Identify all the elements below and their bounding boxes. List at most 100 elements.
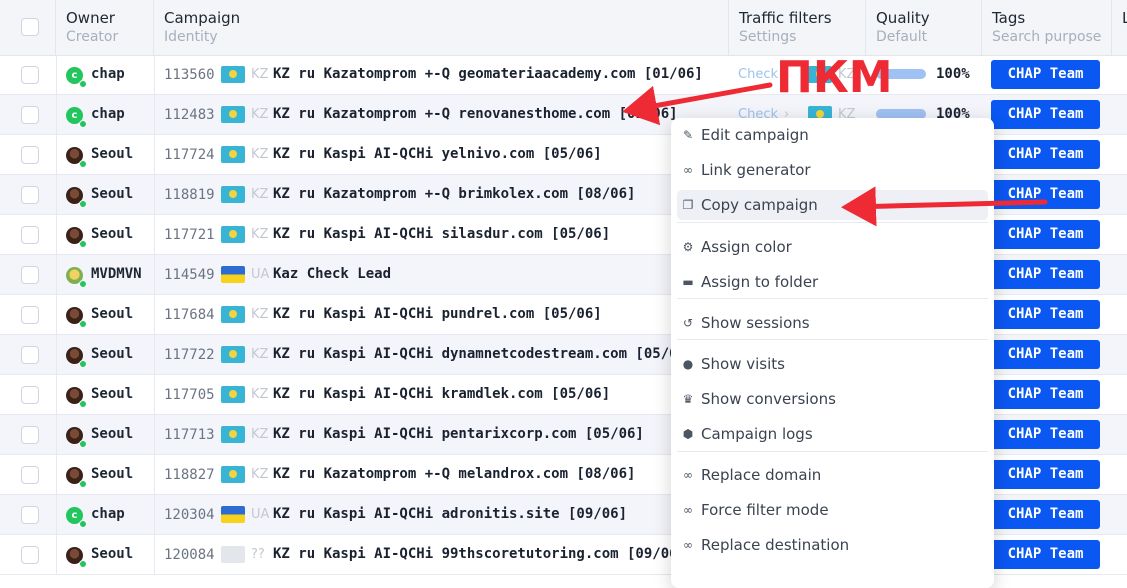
country-code: KZ bbox=[251, 107, 269, 122]
row-checkbox[interactable] bbox=[21, 466, 39, 484]
campaign-id: 112483 bbox=[164, 107, 215, 123]
tag-badge[interactable]: CHAP Team bbox=[991, 340, 1100, 369]
campaign-name[interactable]: KZ ru Kaspi AI-QCHi pentarixcorp.com [05… bbox=[273, 426, 728, 442]
campaign-name[interactable]: Kaz Check Lead bbox=[273, 266, 728, 282]
campaign-name[interactable]: KZ ru Kaspi AI-QCHi pundrel.com [05/06] bbox=[273, 306, 728, 322]
tag-badge[interactable]: CHAP Team bbox=[991, 260, 1100, 289]
header-tags[interactable]: Tags Search purpose bbox=[982, 0, 1112, 55]
header-owner[interactable]: Owner Creator bbox=[56, 0, 154, 55]
header-quality-label: Quality bbox=[876, 9, 930, 27]
tag-badge[interactable]: CHAP Team bbox=[991, 380, 1100, 409]
campaign-name[interactable]: KZ ru Kaspi AI-QCHi adronitis.site [09/0… bbox=[273, 506, 728, 522]
traffic-filter-check[interactable]: Check bbox=[738, 67, 778, 82]
owner-name[interactable]: Seoul bbox=[91, 226, 133, 242]
campaign-name[interactable]: KZ ru Kazatomprom +-Q renovanesthome.com… bbox=[273, 106, 728, 122]
gear-icon: ⚙ bbox=[682, 240, 694, 254]
row-checkbox[interactable] bbox=[21, 386, 39, 404]
column-divider bbox=[56, 175, 57, 214]
column-divider bbox=[154, 455, 155, 494]
owner-name[interactable]: chap bbox=[91, 106, 125, 122]
country-code: KZ bbox=[251, 427, 269, 442]
tag-badge[interactable]: CHAP Team bbox=[991, 420, 1100, 449]
row-checkbox[interactable] bbox=[21, 426, 39, 444]
owner-name[interactable]: chap bbox=[91, 506, 125, 522]
tag-badge[interactable]: CHAP Team bbox=[991, 500, 1100, 529]
row-checkbox[interactable] bbox=[21, 186, 39, 204]
online-status-dot bbox=[79, 400, 87, 408]
header-traffic-filters[interactable]: Traffic filters Settings bbox=[729, 0, 866, 55]
row-checkbox[interactable] bbox=[21, 546, 39, 564]
row-checkbox[interactable] bbox=[21, 306, 39, 324]
menu-item-replace-domain[interactable]: ∞ Replace domain bbox=[677, 460, 988, 490]
menu-item-label: Show sessions bbox=[701, 314, 810, 332]
row-checkbox[interactable] bbox=[21, 266, 39, 284]
owner-name[interactable]: Seoul bbox=[91, 306, 133, 322]
owner-name[interactable]: MVDMVN bbox=[91, 266, 142, 282]
row-checkbox[interactable] bbox=[21, 506, 39, 524]
owner-name[interactable]: Seoul bbox=[91, 386, 133, 402]
menu-item-assign-color[interactable]: ⚙ Assign color bbox=[677, 232, 988, 262]
campaign-name[interactable]: KZ ru Kaspi AI-QCHi silasdur.com [05/06] bbox=[273, 226, 728, 242]
owner-name[interactable]: Seoul bbox=[91, 546, 133, 562]
row-checkbox[interactable] bbox=[21, 146, 39, 164]
header-quality[interactable]: Quality Default bbox=[866, 0, 982, 55]
menu-item-campaign-logs[interactable]: ⬢ Campaign logs bbox=[677, 419, 988, 449]
country-code: KZ bbox=[251, 347, 269, 362]
header-identity-label: Identity bbox=[164, 29, 218, 45]
table-row[interactable]: c chap 113560 KZ KZ ru Kazatomprom +-Q geoma… bbox=[0, 55, 1127, 95]
header-last[interactable]: L bbox=[1112, 0, 1127, 55]
country-code: KZ bbox=[251, 227, 269, 242]
header-campaign[interactable]: Campaign Identity bbox=[154, 0, 729, 55]
tag-badge[interactable]: CHAP Team bbox=[991, 300, 1100, 329]
header-search-purpose-label: Search purpose bbox=[992, 29, 1102, 45]
campaign-name[interactable]: KZ ru Kazatomprom +-Q melandrox.com [08/… bbox=[273, 466, 728, 482]
menu-item-edit-campaign[interactable]: ✎ Edit campaign bbox=[677, 120, 988, 150]
tag-badge[interactable]: CHAP Team bbox=[991, 60, 1100, 89]
owner-name[interactable]: Seoul bbox=[91, 426, 133, 442]
column-divider bbox=[154, 95, 155, 134]
menu-item-force-filter-mode[interactable]: ∞ Force filter mode bbox=[677, 495, 988, 525]
country-code: KZ bbox=[251, 467, 269, 482]
campaign-name[interactable]: KZ ru Kaspi AI-QCHi kramdlek.com [05/06] bbox=[273, 386, 728, 402]
menu-item-copy-campaign[interactable]: ❐ Copy campaign bbox=[677, 190, 988, 220]
row-checkbox[interactable] bbox=[21, 226, 39, 244]
header-tags-label: Tags bbox=[992, 9, 1026, 27]
row-checkbox[interactable] bbox=[21, 66, 39, 84]
row-checkbox[interactable] bbox=[21, 346, 39, 364]
column-divider bbox=[154, 255, 155, 294]
select-all-checkbox[interactable] bbox=[21, 18, 39, 36]
row-checkbox[interactable] bbox=[21, 106, 39, 124]
menu-item-show-sessions[interactable]: ↺ Show sessions bbox=[677, 308, 988, 338]
country-flag-icon bbox=[221, 426, 245, 443]
menu-item-show-visits[interactable]: ● Show visits bbox=[677, 349, 988, 379]
campaign-name[interactable]: KZ ru Kaspi AI-QCHi yelnivo.com [05/06] bbox=[273, 146, 728, 162]
owner-name[interactable]: Seoul bbox=[91, 346, 133, 362]
tag-badge[interactable]: CHAP Team bbox=[991, 140, 1100, 169]
tag-badge[interactable]: CHAP Team bbox=[991, 100, 1100, 129]
online-status-dot bbox=[79, 480, 87, 488]
campaign-id: 118819 bbox=[164, 187, 215, 203]
column-divider bbox=[56, 335, 57, 374]
owner-name[interactable]: Seoul bbox=[91, 186, 133, 202]
owner-name[interactable]: chap bbox=[91, 66, 125, 82]
tag-badge[interactable]: CHAP Team bbox=[991, 180, 1100, 209]
online-status-dot bbox=[79, 280, 87, 288]
tag-badge[interactable]: CHAP Team bbox=[991, 460, 1100, 489]
owner-name[interactable]: Seoul bbox=[91, 146, 133, 162]
menu-item-show-conversions[interactable]: ♛ Show conversions bbox=[677, 384, 988, 414]
tag-badge[interactable]: CHAP Team bbox=[991, 220, 1100, 249]
campaign-name[interactable]: KZ ru Kazatomprom +-Q geomateriaacademy.… bbox=[273, 66, 728, 82]
menu-item-link-generator[interactable]: ∞ Link generator bbox=[677, 155, 988, 185]
column-divider bbox=[154, 335, 155, 374]
campaign-name[interactable]: KZ ru Kaspi AI-QCHi dynamnetcodestream.c… bbox=[273, 346, 728, 362]
menu-item-assign-to-folder[interactable]: ▬ Assign to folder bbox=[677, 267, 988, 297]
column-divider bbox=[154, 55, 155, 94]
menu-item-replace-destination[interactable]: ∞ Replace destination bbox=[677, 530, 988, 560]
menu-item-label: Link generator bbox=[701, 161, 811, 179]
column-divider bbox=[154, 375, 155, 414]
campaign-name[interactable]: KZ ru Kazatomprom +-Q brimkolex.com [08/… bbox=[273, 186, 728, 202]
owner-name[interactable]: Seoul bbox=[91, 466, 133, 482]
tag-badge[interactable]: CHAP Team bbox=[991, 540, 1100, 569]
campaign-name[interactable]: KZ ru Kaspi AI-QCHi 99thscoretutoring.co… bbox=[273, 546, 728, 562]
online-status-dot bbox=[79, 120, 87, 128]
